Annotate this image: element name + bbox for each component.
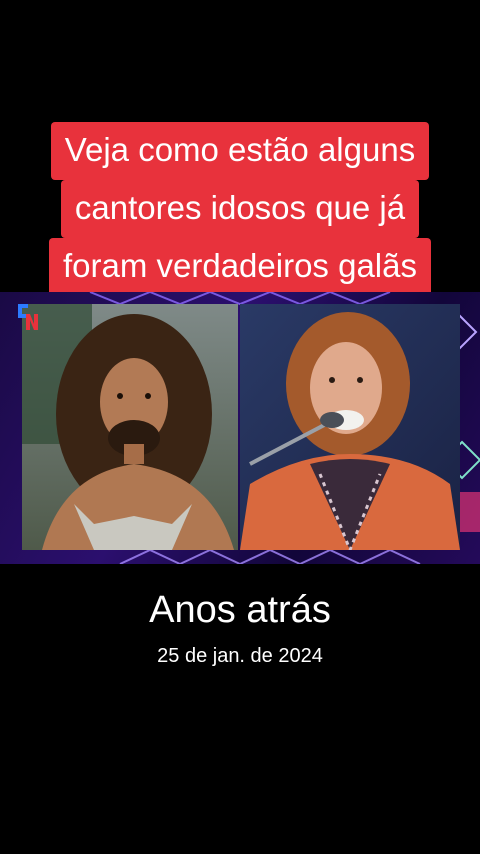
channel-logo-icon	[14, 300, 38, 332]
headline-line-1: Veja como estão alguns	[50, 122, 430, 180]
post-date: 25 de jan. de 2024	[157, 645, 323, 667]
video-caption-title: Anos atrás	[149, 589, 331, 631]
headline-banner: Veja como estão alguns cantores idosos q…	[0, 122, 480, 296]
comparison-photo-panel	[0, 292, 480, 564]
young-singer-photo	[22, 304, 238, 550]
video-frame: Veja como estão alguns cantores idosos q…	[0, 0, 480, 854]
elderly-singer-photo	[240, 304, 460, 550]
headline-line-2: cantores idosos que já	[60, 180, 420, 238]
headline-line-3: foram verdadeiros galãs	[48, 238, 431, 296]
